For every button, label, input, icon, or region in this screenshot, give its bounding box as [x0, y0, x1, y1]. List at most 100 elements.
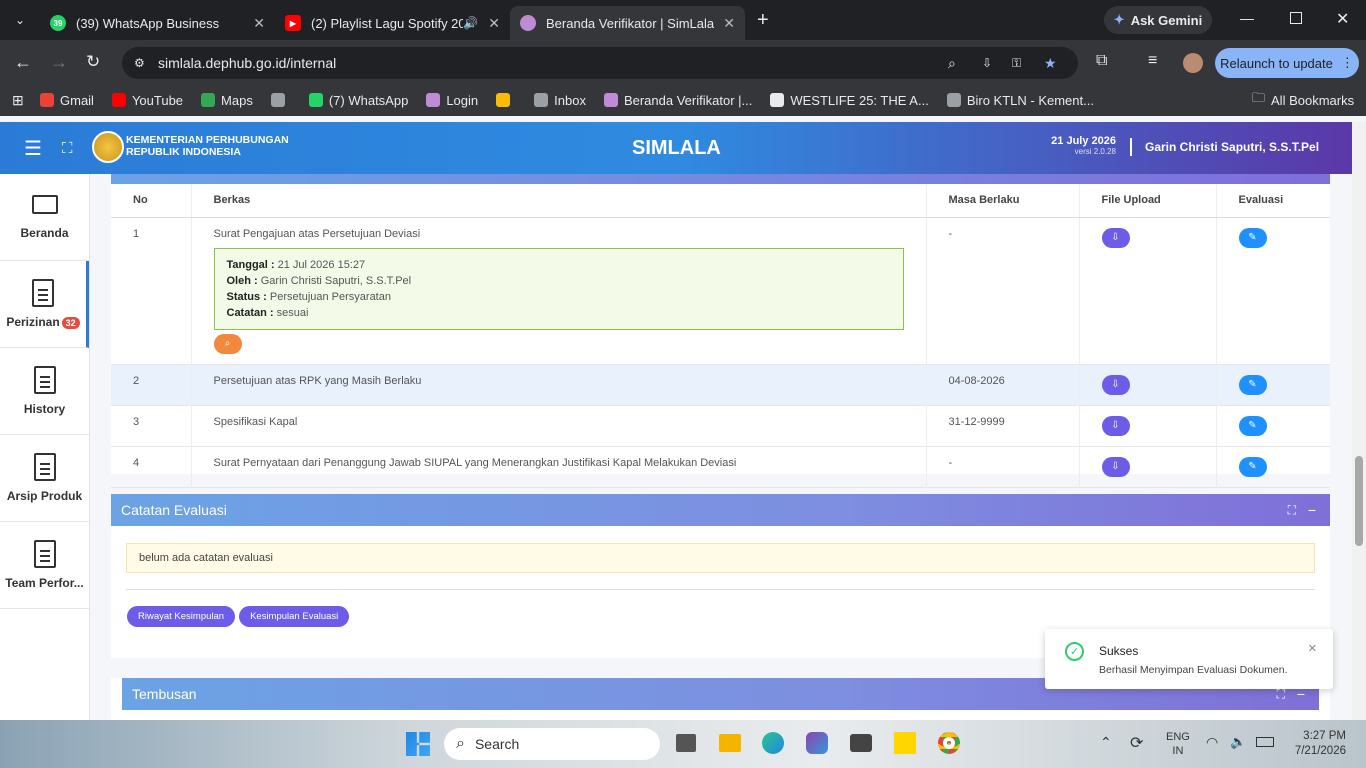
close-icon[interactable]: ✕	[488, 15, 500, 32]
edit-icon: ✎	[1248, 420, 1257, 431]
user-name[interactable]: Garin Christi Saputri, S.S.T.Pel	[1145, 140, 1319, 154]
battery-icon[interactable]	[1256, 737, 1274, 747]
address-bar[interactable]: ⚙ simlala.dephub.go.id/internal ⌕ ⇩ ⚿ ★	[122, 47, 1078, 79]
evaluate-button[interactable]: ✎	[1238, 415, 1267, 436]
chrome-icon[interactable]	[938, 732, 960, 754]
reload-icon[interactable]: ↻	[86, 52, 100, 72]
document-icon	[33, 453, 56, 481]
close-window-button[interactable]: ✕	[1336, 9, 1349, 29]
sidebar-item-perizinan[interactable]: Perizinan 32	[0, 261, 89, 348]
copilot-icon[interactable]	[806, 732, 828, 754]
speaker-icon[interactable]: 🔊	[463, 16, 478, 30]
chevron-up-icon[interactable]: ⌃	[1100, 734, 1112, 751]
bookmark-favicon-icon	[426, 93, 441, 107]
download-button[interactable]: ⇩	[1101, 374, 1130, 395]
task-view-icon[interactable]	[676, 734, 696, 752]
bookmark-item[interactable]: Login	[426, 93, 478, 108]
app-navbar: ☰ ⛶ KEMENTERIAN PERHUBUNGAN REPUBLIK IND…	[0, 122, 1352, 174]
table-row: 4 Surat Pernyataan dari Penanggung Jawab…	[111, 446, 1330, 487]
search-icon: ⌕	[456, 735, 465, 752]
minimize-button[interactable]: —	[1240, 10, 1254, 26]
forward-icon[interactable]: →	[50, 52, 68, 73]
zoom-icon[interactable]: ⌕	[948, 55, 956, 72]
bookmark-item[interactable]	[270, 93, 291, 108]
download-icon: ⇩	[1111, 232, 1120, 243]
edge-icon[interactable]	[762, 732, 784, 754]
sync-icon[interactable]: ⟳	[1130, 733, 1143, 753]
bookmark-star-icon[interactable]: ★	[1044, 55, 1057, 72]
sticky-notes-icon[interactable]	[894, 732, 916, 754]
wifi-icon[interactable]: ◠	[1206, 734, 1218, 751]
tab-simlala[interactable]: Beranda Verifikator | SimLala ✕	[510, 6, 745, 40]
install-icon[interactable]: ⇩	[982, 56, 992, 70]
berkas-panel: No Berkas Masa Berlaku File Upload Evalu…	[111, 174, 1330, 487]
windows-start-icon[interactable]	[406, 732, 430, 756]
profile-avatar[interactable]	[1183, 53, 1203, 73]
evaluate-button[interactable]: ✎	[1238, 374, 1267, 395]
riwayat-kesimpulan-button[interactable]: Riwayat Kesimpulan	[127, 606, 236, 627]
preview-button[interactable]: ⌕	[213, 333, 242, 354]
password-key-icon[interactable]: ⚿	[1012, 56, 1021, 71]
download-button[interactable]: ⇩	[1101, 456, 1130, 477]
download-icon: ⇩	[1111, 420, 1120, 431]
site-info-icon[interactable]: ⚙	[134, 56, 145, 70]
gemini-icon: ✦	[1113, 12, 1125, 27]
bookmark-item[interactable]: Biro KTLN - Kement...	[946, 93, 1094, 108]
back-icon[interactable]: ←	[14, 52, 32, 73]
apps-grid-icon[interactable]: ⊞	[12, 92, 24, 109]
close-icon[interactable]: ✕	[723, 15, 735, 32]
bookmark-favicon-icon	[946, 93, 961, 107]
tab-youtube[interactable]: ▶ (2) Playlist Lagu Spotify 202 🔊 ✕	[275, 6, 510, 40]
close-icon[interactable]: ✕	[253, 15, 265, 32]
download-button[interactable]: ⇩	[1101, 227, 1130, 248]
edit-icon: ✎	[1248, 461, 1257, 472]
expand-icon[interactable]: ⛶	[1288, 503, 1296, 518]
bookmark-item[interactable]: YouTube	[111, 93, 183, 108]
extensions-icon[interactable]: ⧉	[1096, 52, 1107, 70]
camera-icon[interactable]	[850, 734, 872, 752]
check-circle-icon: ✓	[1065, 642, 1084, 661]
bookmark-item[interactable]: Maps	[201, 93, 253, 108]
media-icon[interactable]: ≡	[1148, 52, 1157, 70]
evaluate-button[interactable]: ✎	[1238, 456, 1267, 477]
all-bookmarks[interactable]: 🗀 All Bookmarks	[1252, 89, 1354, 111]
edit-icon: ✎	[1248, 232, 1257, 243]
table-row: 1 Surat Pengajuan atas Persetujuan Devia…	[111, 217, 1330, 364]
bookmark-item[interactable]: Beranda Verifikator |...	[603, 93, 752, 108]
bookmark-item[interactable]: Inbox	[534, 93, 586, 108]
browser-tab-strip: ⌄ 39 (39) WhatsApp Business ✕ ▶ (2) Play…	[0, 0, 1366, 40]
success-toast: ✓ Sukses Berhasil Menyimpan Evaluasi Dok…	[1045, 629, 1333, 689]
kesimpulan-evaluasi-button[interactable]: Kesimpulan Evaluasi	[239, 606, 350, 627]
clock[interactable]: 3:27 PM 7/21/2026	[1290, 729, 1346, 759]
bookmark-item[interactable]	[496, 93, 516, 108]
document-icon	[33, 366, 56, 394]
sidebar-item-team-performance[interactable]: Team Perfor...	[0, 522, 89, 609]
sidebar-item-arsip-produk[interactable]: Arsip Produk	[0, 435, 89, 522]
close-icon[interactable]: ✕	[1308, 642, 1317, 655]
sidebar-item-history[interactable]: History	[0, 348, 89, 435]
download-button[interactable]: ⇩	[1101, 415, 1130, 436]
ask-gemini-button[interactable]: ✦ Ask Gemini	[1104, 6, 1212, 34]
bookmark-item[interactable]: Gmail	[40, 93, 94, 108]
bookmark-favicon-icon	[270, 93, 285, 107]
bookmark-item[interactable]: WESTLIFE 25: THE A...	[770, 93, 929, 108]
language-indicator[interactable]: ENG IN	[1166, 730, 1190, 758]
tab-whatsapp[interactable]: 39 (39) WhatsApp Business ✕	[40, 6, 275, 40]
simlala-icon	[520, 15, 536, 31]
hamburger-menu-icon[interactable]: ☰	[24, 136, 42, 161]
new-tab-button[interactable]: +	[757, 9, 769, 32]
fullscreen-icon[interactable]: ⛶	[62, 140, 73, 157]
page-scrollbar[interactable]	[1352, 122, 1366, 720]
scrollbar-thumb[interactable]	[1355, 456, 1363, 546]
bookmark-item[interactable]: (7) WhatsApp	[308, 93, 408, 108]
tab-search-button[interactable]: ⌄	[0, 13, 40, 27]
taskbar-search[interactable]: ⌕ Search	[444, 728, 660, 760]
relaunch-button[interactable]: Relaunch to update ⋮	[1215, 48, 1359, 78]
evaluate-button[interactable]: ✎	[1238, 227, 1267, 248]
evaluation-detail-box: Tanggal : 21 Jul 2026 15:27 Oleh : Garin…	[213, 247, 904, 330]
maximize-button[interactable]	[1290, 12, 1302, 24]
file-explorer-icon[interactable]	[719, 734, 741, 752]
sidebar-item-beranda[interactable]: Beranda	[0, 174, 89, 261]
volume-icon[interactable]: 🔈	[1230, 734, 1246, 750]
collapse-icon[interactable]: −	[1308, 502, 1316, 518]
